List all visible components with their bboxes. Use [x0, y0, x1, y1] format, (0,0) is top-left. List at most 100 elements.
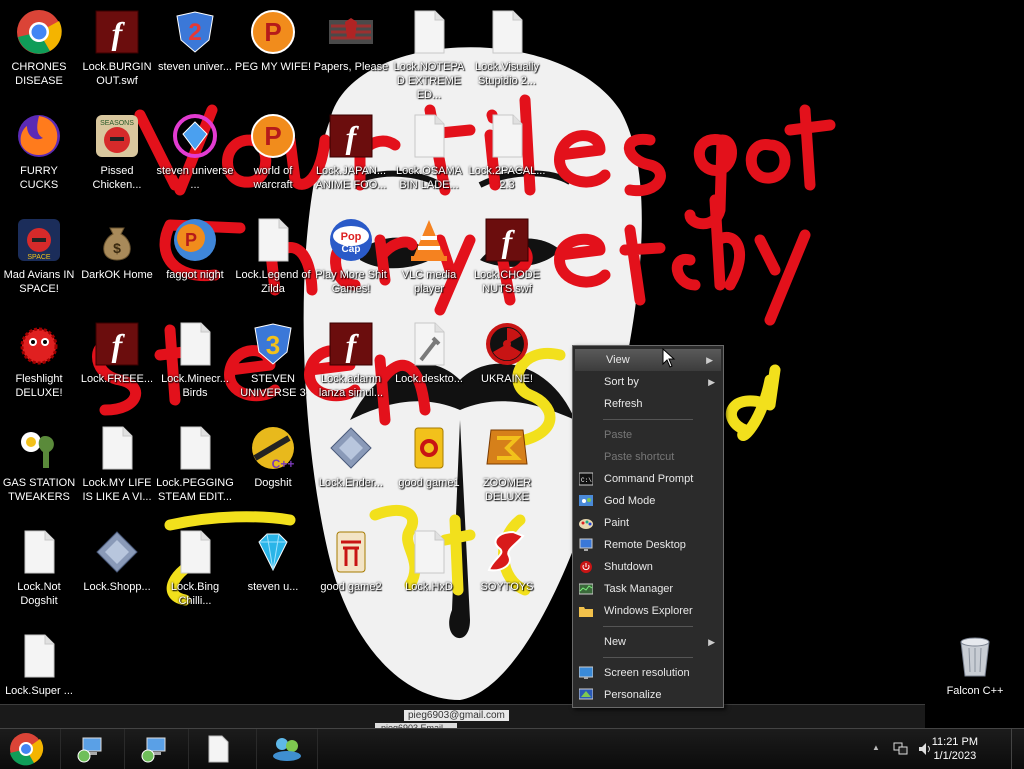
desktop-icon[interactable]: 3 STEVEN UNIVERSE 3: [234, 318, 312, 400]
hidden-window-strip[interactable]: pieg6903@gmail.com pieg6903 Email...: [0, 704, 925, 729]
svg-text:P: P: [264, 17, 281, 47]
desktop-icon[interactable]: f Lock.JAPAN... ANIME FOO...: [312, 110, 390, 192]
desktop-icon-label: Dogshit: [254, 477, 292, 489]
svg-text:P: P: [264, 121, 281, 151]
desktop-icon[interactable]: f Lock.FREEE...: [78, 318, 156, 386]
desktop-icon[interactable]: Lock.Legend of Zilda: [234, 214, 312, 296]
soytoys-icon: [483, 528, 531, 576]
submenu-arrow-icon: ▶: [708, 377, 715, 387]
file-icon: [171, 528, 219, 576]
desktop-icon[interactable]: Lock.deskto...: [390, 318, 468, 386]
desktop-icon[interactable]: Lock.Super ...: [0, 630, 78, 698]
desktop-icon[interactable]: f Lock.adamn lanza simul...: [312, 318, 390, 400]
desktop-icon[interactable]: Lock.MY LIFE IS LIKE A VI...: [78, 422, 156, 504]
desktop-icon[interactable]: Lock.PEGGING STEAM EDIT...: [156, 422, 234, 504]
desktop-icon[interactable]: ZOOMER DELUXE: [468, 422, 546, 504]
desktop-icon[interactable]: VLC media player: [390, 214, 468, 296]
tray-overflow-chevron[interactable]: ▲: [872, 743, 880, 752]
menu-item-screen-resolution[interactable]: Screen resolution: [573, 662, 723, 684]
show-desktop-button[interactable]: [1011, 729, 1024, 769]
svg-text:Pop: Pop: [341, 231, 362, 243]
menu-item-label: Screen resolution: [604, 667, 690, 679]
menu-item-paint[interactable]: Paint: [573, 512, 723, 534]
menu-item-refresh[interactable]: Refresh: [573, 393, 723, 415]
menu-item-remote-desktop[interactable]: Remote Desktop: [573, 534, 723, 556]
desktop-icon[interactable]: f Lock.CHODE NUTS.swf: [468, 214, 546, 296]
desktop-icon-label: CHRONES DISEASE: [11, 61, 67, 87]
desktop-icon[interactable]: Lock.Visually Stupidio 2...: [468, 6, 546, 88]
desktop-icon-label: Lock.Bing Chilli...: [170, 581, 220, 607]
desktop-icon[interactable]: Fleshlight DELUXE!: [0, 318, 78, 400]
menu-item-label: God Mode: [604, 495, 656, 507]
desktop-icon[interactable]: Lock.2PACAL... 2.3: [468, 110, 546, 192]
desktop-icon[interactable]: Lock.Minecr... Birds: [156, 318, 234, 400]
desktop-icon-label: Lock.NOTEPAD EXTREME ED...: [393, 61, 465, 101]
menu-item-windows-explorer[interactable]: Windows Explorer: [573, 600, 723, 622]
file-icon: [15, 632, 63, 680]
desktop-icon[interactable]: good game1: [390, 422, 468, 490]
desktop-icon[interactable]: Lock.Bing Chilli...: [156, 526, 234, 608]
desktop-icon[interactable]: Lock.HxD: [390, 526, 468, 594]
desktop-icon[interactable]: C++ Dogshit: [234, 422, 312, 490]
desktop-icon[interactable]: Falcon C++: [936, 630, 1014, 698]
desktop-icon[interactable]: $ DarkOK Home: [78, 214, 156, 282]
menu-item-command-prompt[interactable]: C:\ Command Prompt: [573, 468, 723, 490]
svg-text:3: 3: [266, 330, 280, 360]
desktop-icon[interactable]: steven u...: [234, 526, 312, 594]
taskbar-button-network-2[interactable]: [124, 729, 181, 769]
desktop-icon[interactable]: Pop Cap Play More Shit Games!: [312, 214, 390, 296]
desktop-icon[interactable]: SEASONS Pissed Chicken...: [78, 110, 156, 192]
desktop-icon[interactable]: P PEG MY WIFE!: [234, 6, 312, 74]
flash-icon: f: [483, 216, 531, 264]
desktop-icon-label: Lock.CHODE NUTS.swf: [473, 269, 541, 295]
file-icon: [405, 112, 453, 160]
taskbar-button-messenger[interactable]: [256, 729, 318, 769]
system-clock[interactable]: 11:21 PM 1/1/2023: [932, 735, 978, 763]
desktop-icon[interactable]: Lock.NOTEPAD EXTREME ED...: [390, 6, 468, 102]
desktop-icon[interactable]: UKRAINE!: [468, 318, 546, 386]
menu-separator: [603, 419, 693, 420]
desktop-icon-label: STEVEN UNIVERSE 3: [240, 373, 306, 399]
desktop-icon[interactable]: SPACE Mad Avians IN SPACE!: [0, 214, 78, 296]
start-button[interactable]: [6, 731, 46, 767]
menu-item-shutdown[interactable]: Shutdown: [573, 556, 723, 578]
desktop-icon[interactable]: Lock.Not Dogshit: [0, 526, 78, 608]
desktop-icon[interactable]: f Lock.BURGIN OUT.swf: [78, 6, 156, 88]
network-tray-icon[interactable]: [893, 741, 909, 757]
desktop-icon[interactable]: CHRONES DISEASE: [0, 6, 78, 88]
menu-item-task-manager[interactable]: Task Manager: [573, 578, 723, 600]
desktop-icon-label: FURRY CUCKS: [19, 165, 59, 191]
menu-item-sort-by[interactable]: Sort by ▶: [573, 371, 723, 393]
desktop-icon[interactable]: Pworld of warcraft: [234, 110, 312, 192]
shutdown-icon: [579, 560, 593, 574]
menu-item-god-mode[interactable]: God Mode: [573, 490, 723, 512]
mahjong-2-icon: [327, 528, 375, 576]
desktop-icon[interactable]: SOYTOYS: [468, 526, 546, 594]
diamond-file-icon: [93, 528, 141, 576]
menu-item-view[interactable]: View ▶: [575, 349, 721, 371]
volume-tray-icon[interactable]: [917, 741, 933, 757]
desktop-icon[interactable]: Pfaggot night: [156, 214, 234, 282]
mahjong-icon: [405, 424, 453, 472]
desktop-icon-label: Lock.Ender...: [318, 477, 384, 489]
desktop-icon[interactable]: 2 steven univer...: [156, 6, 234, 74]
desktop-icon[interactable]: good game2: [312, 526, 390, 594]
desktop-icon[interactable]: Lock.Ender...: [312, 422, 390, 490]
desktop-icon-label: Falcon C++: [946, 685, 1004, 697]
menu-item-label: Shutdown: [604, 561, 653, 573]
taskbar-button-file[interactable]: [188, 729, 245, 769]
desktop-icon[interactable]: Lock.OSAMA BIN LADE...: [390, 110, 468, 192]
menu-item-new[interactable]: New ▶: [573, 631, 723, 653]
desktop-icon-label: steven universe ...: [156, 165, 234, 191]
screen-resolution-icon: [578, 666, 594, 680]
menu-item-personalize[interactable]: Personalize: [573, 684, 723, 706]
desktop-icon[interactable]: Papers, Please: [312, 6, 390, 74]
menu-item-label: Refresh: [604, 398, 643, 410]
desktop-icon[interactable]: Lock.Shopp...: [78, 526, 156, 594]
desktop-icon[interactable]: steven universe ...: [156, 110, 234, 192]
steven-universe-3-icon: 3: [249, 320, 297, 368]
desktop-icon[interactable]: FURRY CUCKS: [0, 110, 78, 192]
desktop-icon[interactable]: GAS STATION TWEAKERS: [0, 422, 78, 504]
taskbar-button-network-1[interactable]: [60, 729, 117, 769]
desktop-icon-label: ZOOMER DELUXE: [482, 477, 532, 503]
